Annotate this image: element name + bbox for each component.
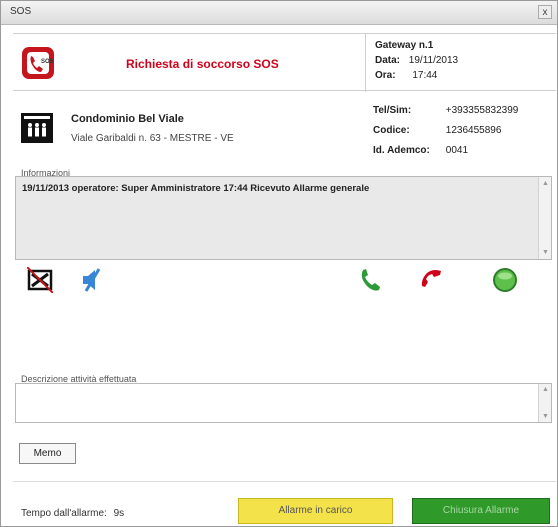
description-field[interactable] [15,383,552,423]
time-label: Ora: [375,70,396,81]
info-log-entry: 19/11/2013 operatore: Super Amministrato… [22,183,370,194]
mute-speaker-icon[interactable] [79,267,105,293]
scroll-down-icon[interactable]: ▼ [542,249,549,256]
info-scrollbar[interactable]: ▲ ▼ [538,177,551,259]
contact-details: Tel/Sim: +393355832399 Codice: 123645589… [373,101,556,161]
window-title: SOS [10,6,32,17]
tel-label: Tel/Sim: [373,105,412,116]
svg-text:SOS: SOS [41,59,54,65]
condominium-name: Condominio Bel Viale [71,113,184,125]
sos-header: SOS Richiesta di soccorso SOS Gateway n.… [13,33,556,92]
date-value: 19/11/2013 [408,55,459,66]
hangup-call-icon[interactable] [419,267,445,293]
ademco-id-label: Id. Ademco: [373,145,430,156]
code-value: 1236455896 [445,125,502,136]
no-video-icon[interactable] [27,267,53,293]
info-log[interactable]: 19/11/2013 operatore: Super Amministrato… [15,176,552,260]
time-value: 17:44 [412,70,438,81]
date-label: Data: [375,55,401,66]
description-scrollbar[interactable]: ▲ ▼ [538,384,551,422]
gateway-info: Gateway n.1 Data: 19/11/2013 Ora: 17:44 [365,34,556,92]
tel-value: +393355832399 [445,105,519,116]
answer-call-icon[interactable] [357,267,383,293]
scroll-down-icon[interactable]: ▼ [542,413,549,420]
condominium-address: Viale Garibaldi n. 63 - MESTRE - VE [71,133,234,144]
elapsed-time: Tempo dall'allarme: 9s [21,508,124,519]
elapsed-label: Tempo dall'allarme: [21,508,107,519]
title-bar: SOS x [1,1,557,25]
page-title: Richiesta di soccorso SOS [126,57,279,71]
scroll-up-icon[interactable]: ▲ [542,180,549,187]
condominium-info: Condominio Bel Viale Viale Garibaldi n. … [13,95,556,167]
elapsed-value: 9s [113,508,125,519]
divider [13,481,556,482]
ademco-id-value: 0041 [445,145,469,156]
sos-phone-icon: SOS [22,47,54,79]
scroll-up-icon[interactable]: ▲ [542,386,549,393]
close-button[interactable]: x [538,5,552,19]
building-icon [21,113,53,143]
gateway-name: Gateway n.1 [375,40,434,51]
take-charge-button[interactable]: Allarme in carico [238,498,393,524]
code-label: Codice: [373,125,410,136]
green-status-button-icon[interactable] [492,267,518,293]
sos-window: SOS x SOS Richiesta di soccorso SOS Gate… [0,0,558,527]
close-alarm-button[interactable]: Chiusura Allarme [412,498,550,524]
memo-button[interactable]: Memo [19,443,76,464]
